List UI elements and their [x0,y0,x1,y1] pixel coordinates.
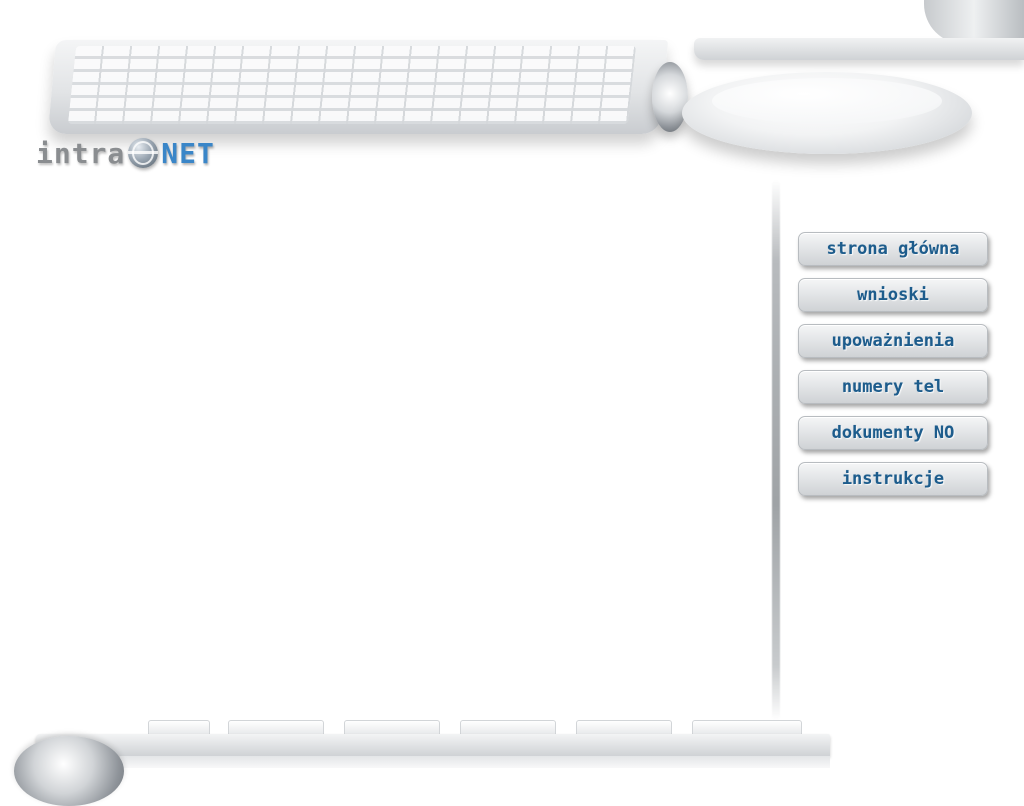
nav-button-strona-glowna[interactable]: strona główna [798,232,988,266]
bottom-keyboard-bar [36,734,830,756]
logo-text-intra: intra [36,136,126,170]
bottom-keyboard-roll [14,736,124,806]
main-nav: strona główna wnioski upoważnienia numer… [798,232,990,508]
globe-icon [128,138,159,168]
mouse-image [682,72,972,154]
vertical-divider [772,180,780,720]
monitor-stand-foot [694,38,1024,60]
keyboard-image [47,40,688,136]
site-logo[interactable]: intra NET [36,136,215,170]
nav-button-upowaznienia[interactable]: upoważnienia [798,324,988,358]
logo-text-net: NET [161,136,215,170]
mouse-highlight [712,78,942,124]
keyboard-keys [67,46,637,124]
bottom-keyboard-base [120,756,830,768]
monitor-stand-image [694,0,1024,62]
bottom-keyboard-image [0,718,832,806]
nav-button-dokumenty-no[interactable]: dokumenty NO [798,416,988,450]
keyboard-battery-roll [652,62,688,132]
nav-button-instrukcje[interactable]: instrukcje [798,462,988,496]
nav-button-numery-tel[interactable]: numery tel [798,370,988,404]
nav-button-wnioski[interactable]: wnioski [798,278,988,312]
